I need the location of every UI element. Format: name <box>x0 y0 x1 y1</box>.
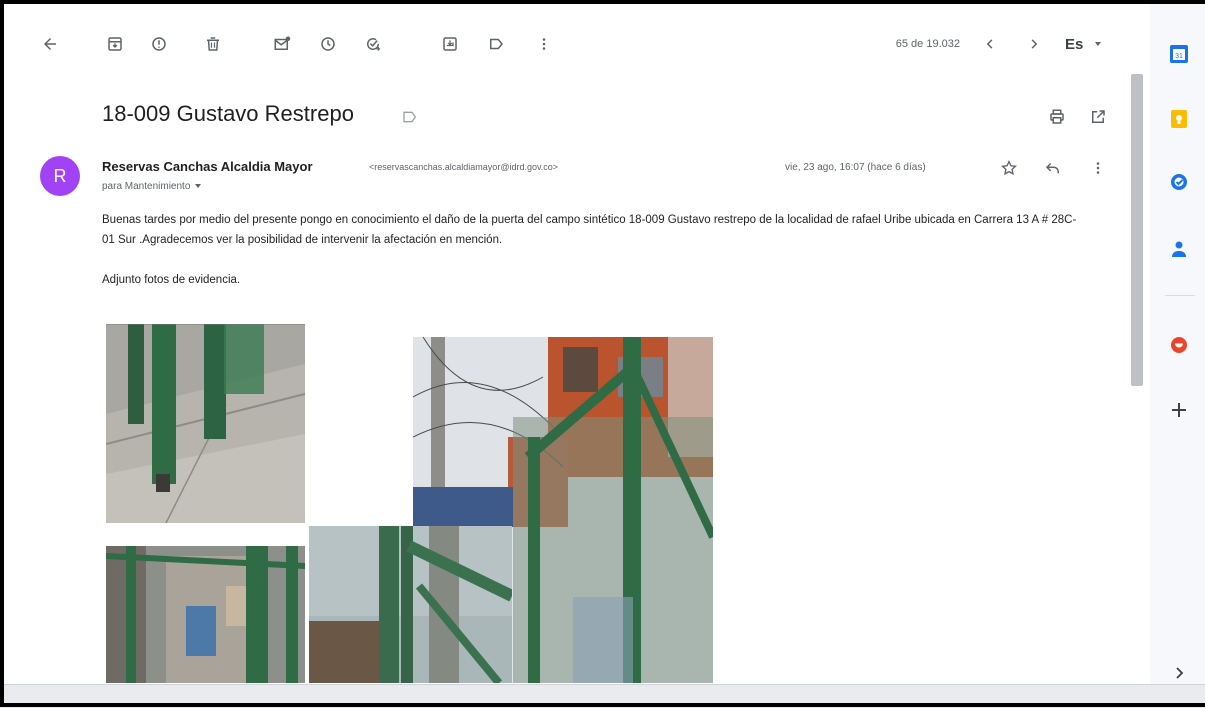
reply-button[interactable] <box>1039 154 1067 182</box>
report-icon <box>152 37 166 51</box>
mail-unread-icon <box>274 36 291 50</box>
recipient-details-toggle[interactable]: para Mantenimiento <box>102 181 202 192</box>
message-body: Buenas tardes por medio del presente pon… <box>102 210 1092 310</box>
window-border-top <box>0 0 1205 4</box>
star-button[interactable] <box>995 154 1023 182</box>
keep-icon <box>1171 110 1187 128</box>
avatar[interactable]: R <box>40 156 80 196</box>
archive-button[interactable] <box>101 30 129 58</box>
keep-app[interactable] <box>1168 108 1190 130</box>
body-paragraph: Adjunto fotos de evidencia. <box>102 274 241 286</box>
caret-down-icon <box>1095 42 1101 46</box>
move-to-button[interactable] <box>436 30 464 58</box>
delete-button[interactable] <box>199 30 227 58</box>
add-task-icon <box>367 38 381 51</box>
scrollbar-thumb[interactable] <box>1131 74 1143 386</box>
contacts-app[interactable] <box>1168 238 1190 260</box>
newer-button[interactable] <box>976 30 1004 58</box>
sender-name[interactable]: Reservas Canchas Alcaldia Mayor <box>102 159 313 174</box>
calendar-app[interactable]: 31 <box>1168 43 1190 65</box>
label-icon <box>403 111 417 123</box>
inline-photo-mesh-left[interactable] <box>106 546 305 683</box>
star-icon <box>1001 160 1017 176</box>
svg-text:31: 31 <box>1175 53 1183 60</box>
chevron-right-icon <box>1031 39 1038 49</box>
sender-email: <reservascanchas.alcaldiamayor@idrd.gov.… <box>369 162 559 172</box>
tasks-app[interactable] <box>1168 171 1190 193</box>
side-panel-divider <box>1165 295 1195 296</box>
inline-photo-post-base[interactable] <box>106 324 305 523</box>
open-new-window-button[interactable] <box>1084 103 1112 131</box>
caret-down-icon <box>195 184 202 189</box>
addon-app[interactable] <box>1168 334 1190 356</box>
arrow-left-icon <box>44 38 56 50</box>
contacts-icon <box>1172 241 1186 257</box>
add-task-button[interactable] <box>359 30 387 58</box>
label-icon <box>490 38 503 50</box>
pager-count: 65 de 19.032 <box>895 38 960 50</box>
chevron-left-icon <box>986 39 993 49</box>
hide-side-panel-button[interactable] <box>1168 662 1190 684</box>
window-border-left <box>0 0 4 707</box>
recipient-label: para Mantenimiento <box>102 181 191 192</box>
reply-icon <box>1045 162 1059 174</box>
message-more-button[interactable] <box>1084 154 1112 182</box>
message-date: vie, 23 ago, 16:07 (hace 6 días) <box>785 162 926 173</box>
message-subject: 18-009 Gustavo Restrepo <box>102 101 354 126</box>
back-button[interactable] <box>36 30 64 58</box>
archive-icon <box>108 37 122 51</box>
get-addons-button[interactable] <box>1168 399 1190 421</box>
body-paragraph: Buenas tardes por medio del presente pon… <box>102 214 1077 246</box>
more-vertical-icon <box>1096 162 1100 174</box>
chevron-right-icon <box>1176 667 1184 679</box>
older-button[interactable] <box>1020 30 1048 58</box>
labels-button[interactable] <box>482 30 510 58</box>
open-in-new-icon <box>1092 110 1105 123</box>
move-icon <box>443 37 457 51</box>
calendar-icon: 31 <box>1170 45 1188 63</box>
print-icon <box>1050 109 1064 124</box>
more-button[interactable] <box>530 30 558 58</box>
input-tools-button[interactable]: Es <box>1065 36 1083 53</box>
addon-icon <box>1171 337 1187 353</box>
important-marker[interactable] <box>402 110 418 129</box>
trash-icon <box>207 37 219 51</box>
window-border-bottom <box>0 703 1205 707</box>
inline-photo-bent-post[interactable] <box>309 526 512 683</box>
clock-icon <box>321 37 335 51</box>
print-button[interactable] <box>1043 103 1071 131</box>
report-spam-button[interactable] <box>145 30 173 58</box>
add-icon <box>1172 403 1186 417</box>
mark-unread-button[interactable] <box>268 30 296 58</box>
snooze-button[interactable] <box>314 30 342 58</box>
more-vertical-icon <box>542 38 546 50</box>
tasks-icon <box>1171 174 1187 190</box>
